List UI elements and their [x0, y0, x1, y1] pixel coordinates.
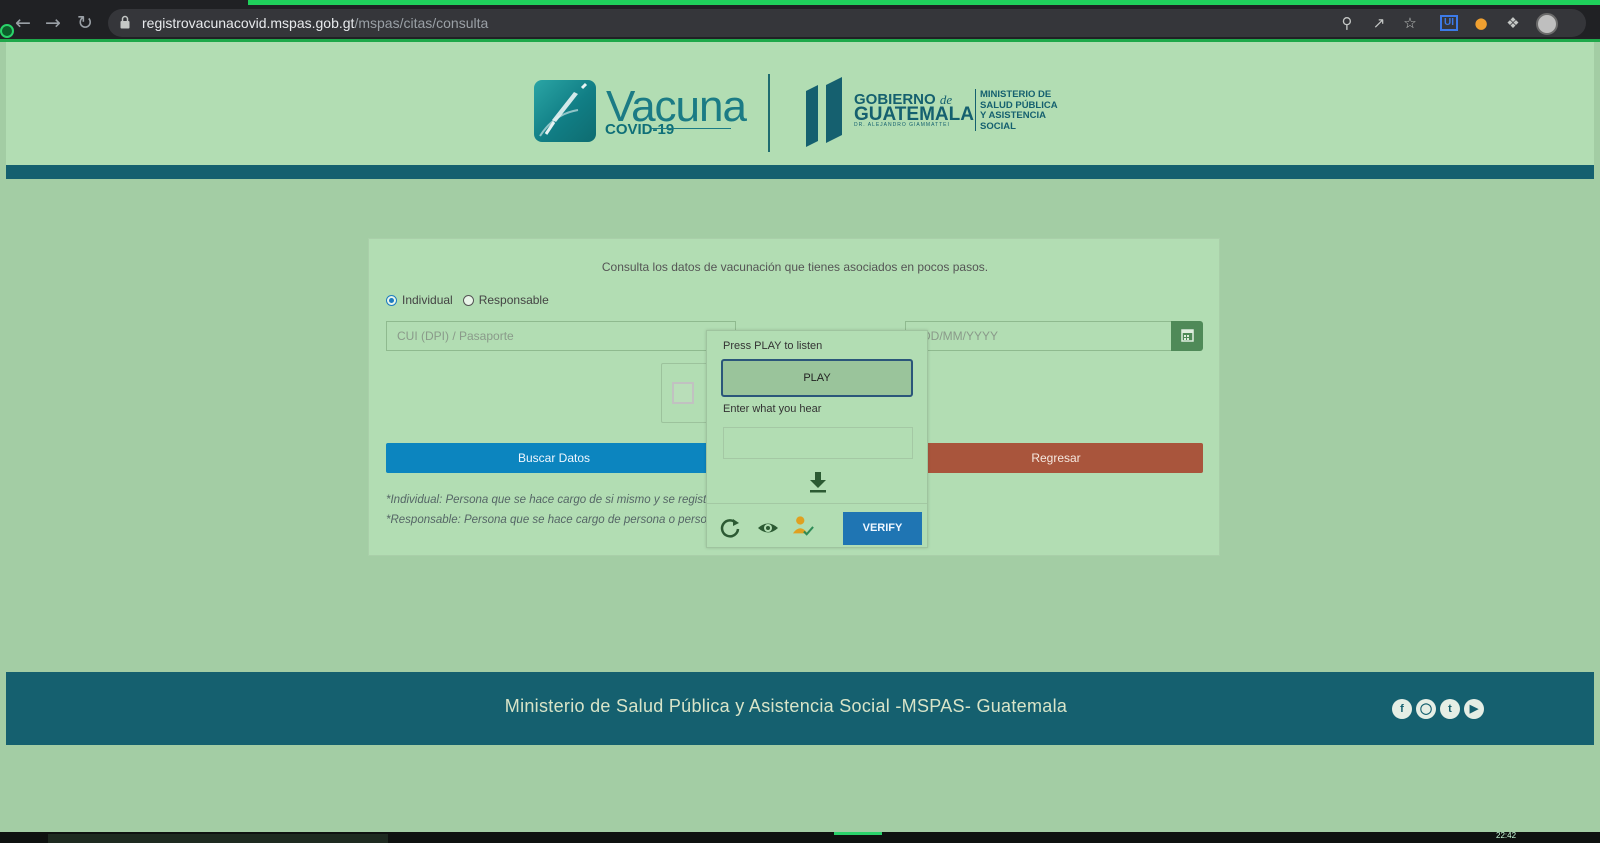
extension-user-icon[interactable]: ● [1472, 14, 1490, 32]
buscar-datos-button[interactable]: Buscar Datos [386, 443, 722, 473]
url-path: /mspas/citas/consulta [354, 15, 489, 31]
syringe-icon [539, 82, 588, 137]
birthdate-input[interactable]: DD/MM/YYYY [905, 321, 1171, 351]
os-taskbar: 22:42 [0, 831, 1600, 843]
forward-icon[interactable]: → [42, 12, 64, 34]
gobierno-bars-icon [806, 77, 842, 147]
play-button[interactable]: PLAY [721, 359, 913, 397]
verify-button[interactable]: VERIFY [843, 512, 922, 545]
footer-text: Ministerio de Salud Pública y Asistencia… [504, 696, 1068, 716]
captcha-help-user-icon[interactable] [792, 515, 814, 537]
twitter-icon[interactable]: t [1440, 699, 1460, 719]
recording-indicator-icon [0, 24, 14, 38]
ministerio-line: SOCIAL [980, 120, 1016, 132]
popup-separator [707, 503, 927, 504]
zoom-icon[interactable]: ⚲ [1338, 14, 1356, 32]
url-text: registrovacunacovid.mspas.gob.gt/mspas/c… [142, 15, 488, 31]
taskbar-active-indicator [834, 832, 882, 835]
ministerio-line: Y ASISTENCIA [980, 110, 1046, 121]
taskbar-clock: 22:42 [1496, 831, 1517, 840]
calendar-button[interactable] [1171, 321, 1203, 351]
radio-individual[interactable] [386, 294, 397, 306]
share-icon[interactable]: ↗ [1370, 14, 1388, 32]
ministerio-divider [975, 89, 976, 131]
recaptcha-checkbox[interactable] [672, 382, 694, 404]
extensions-puzzle-icon[interactable]: ❖ [1504, 14, 1522, 32]
audio-response-input[interactable] [723, 427, 913, 459]
press-play-label: Press PLAY to listen [723, 340, 823, 352]
cui-input[interactable]: CUI (DPI) / Pasaporte [386, 321, 736, 351]
calendar-icon [1181, 329, 1194, 342]
page-load-progress [248, 0, 1600, 5]
enter-what-you-hear-label: Enter what you hear [723, 403, 822, 415]
bookmark-star-icon[interactable]: ☆ [1401, 14, 1419, 32]
site-footer: Ministerio de Salud Pública y Asistencia… [6, 672, 1594, 745]
extension-ui-icon[interactable]: UI [1440, 15, 1458, 31]
radio-individual-label[interactable]: Individual [402, 293, 453, 307]
address-bar[interactable]: registrovacunacovid.mspas.gob.gt/mspas/c… [108, 9, 1586, 37]
logo-divider [768, 74, 770, 152]
header-stripe [6, 165, 1594, 179]
gobierno-guatemala-logo: GOBIERNO de GUATEMALA [854, 92, 974, 125]
reload-challenge-icon[interactable] [719, 517, 741, 539]
browser-toolbar: ← → ↻ registrovacunacovid.mspas.gob.gt/m… [0, 0, 1600, 42]
instagram-icon[interactable]: ◯ [1416, 699, 1436, 719]
intro-text: Consulta los datos de vacunación que tie… [601, 260, 989, 274]
youtube-icon[interactable]: ▶ [1464, 699, 1484, 719]
page: Vacuna COVID-19 GOBIERNO de GUATEMALA DR… [6, 42, 1594, 832]
ministerio-logo-text: MINISTERIO DE SALUD PÚBLICA Y ASISTENCIA… [980, 89, 1058, 132]
visual-challenge-eye-icon[interactable] [757, 517, 779, 539]
gobierno-subtitle: DR. ALEJANDRO GIAMMATTEI [854, 122, 950, 128]
url-domain: registrovacunacovid.mspas.gob.gt [142, 15, 355, 31]
audio-captcha-popup: Press PLAY to listen PLAY Enter what you… [706, 330, 928, 548]
download-icon[interactable] [808, 471, 828, 493]
guatemala-text: GUATEMALA [854, 104, 974, 125]
profile-avatar[interactable] [1536, 13, 1558, 35]
logo-covid-text: COVID-19 [605, 121, 675, 138]
facebook-icon[interactable]: f [1392, 699, 1412, 719]
back-icon[interactable]: ← [12, 12, 34, 34]
vacuna-logo-icon [534, 80, 596, 142]
reload-icon[interactable]: ↻ [74, 12, 96, 34]
radio-responsable-label[interactable]: Responsable [479, 293, 549, 307]
tipo-radio-group: Individual Responsable [386, 293, 559, 307]
taskbar-item[interactable] [48, 834, 388, 843]
site-header: Vacuna COVID-19 GOBIERNO de GUATEMALA DR… [6, 42, 1594, 165]
regresar-button[interactable]: Regresar [909, 443, 1203, 473]
logo-underline [651, 128, 731, 129]
lock-icon [120, 15, 130, 29]
ministerio-line: MINISTERIO DE [980, 89, 1052, 100]
radio-responsable[interactable] [462, 294, 474, 306]
